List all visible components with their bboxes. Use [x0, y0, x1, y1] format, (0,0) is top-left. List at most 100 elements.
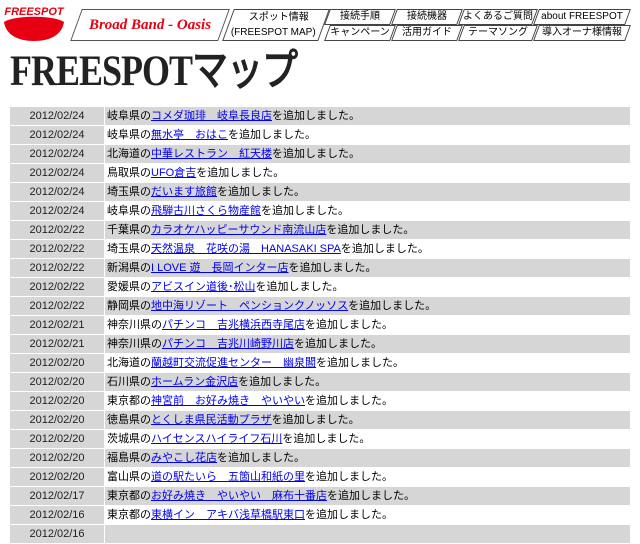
- update-text: 富山県の道の駅たいら 五箇山和紙の里を追加しました。: [105, 468, 630, 486]
- spot-link[interactable]: みやこし花店: [151, 452, 217, 464]
- update-date: 2012/02/21: [10, 316, 104, 334]
- nav-theme-song[interactable]: テーマソング: [458, 25, 538, 41]
- nav-owner-info[interactable]: 導入オーナ様情報: [533, 25, 631, 41]
- prefecture-prefix: 富山県の: [107, 471, 151, 483]
- update-suffix: を追加しました。: [238, 376, 327, 388]
- nav-theme-song-label: テーマソング: [468, 27, 528, 38]
- update-date: 2012/02/20: [10, 411, 104, 429]
- table-row: 2012/02/22 新潟県のI LOVE 遊 長岡インター店を追加しました。: [10, 259, 630, 277]
- update-suffix: を追加しました。: [272, 110, 360, 122]
- prefecture-prefix: 茨城県の: [107, 433, 151, 445]
- spot-link[interactable]: パチンコ 吉兆横浜西寺尾店: [162, 319, 305, 331]
- table-row: 2012/02/20 富山県の道の駅たいら 五箇山和紙の里を追加しました。: [10, 468, 630, 486]
- spot-link[interactable]: UFO倉吉: [151, 167, 196, 179]
- prefecture-prefix: 北海道の: [107, 148, 151, 160]
- update-date: 2012/02/20: [10, 430, 104, 448]
- update-suffix: を追加しました。: [305, 395, 393, 407]
- update-suffix: を追加しました。: [327, 490, 415, 502]
- update-suffix: を追加しました。: [255, 281, 344, 293]
- spot-link[interactable]: パチンコ 吉兆川崎野川店: [162, 338, 294, 350]
- update-date: 2012/02/24: [10, 126, 104, 144]
- update-text: 埼玉県の天然温泉 花咲の湯 HANASAKI SPAを追加しました。: [105, 240, 630, 258]
- nav-about[interactable]: about FREESPOT: [533, 9, 631, 25]
- spot-link[interactable]: 蘭越町交流促進センター 幽泉閣: [151, 357, 316, 369]
- spot-link[interactable]: お好み焼き やいやい 麻布十番店: [151, 490, 327, 502]
- spot-link[interactable]: 天然温泉 花咲の湯 HANASAKI SPA: [151, 243, 341, 255]
- update-date: 2012/02/22: [10, 240, 104, 258]
- table-row: 2012/02/21 神奈川県のパチンコ 吉兆川崎野川店を追加しました。: [10, 335, 630, 353]
- nav-spot-info-map[interactable]: スポット情報 (FREESPOT MAP): [222, 9, 330, 41]
- prefecture-prefix: 東京都の: [107, 395, 151, 407]
- update-text: 埼玉県のだいます旅館を追加しました。: [105, 183, 630, 201]
- prefecture-prefix: 神奈川県の: [107, 319, 162, 331]
- update-suffix: を追加しました。: [272, 148, 360, 160]
- nav-usage-guide[interactable]: 活用ガイド: [391, 25, 463, 41]
- update-text: [105, 525, 630, 543]
- table-row: 2012/02/24 鳥取県のUFO倉吉を追加しました。: [10, 164, 630, 182]
- spot-link[interactable]: 東横イン アキバ浅草橋駅東口: [151, 509, 305, 521]
- prefecture-prefix: 徳島県の: [107, 414, 151, 426]
- update-text: 神奈川県のパチンコ 吉兆川崎野川店を追加しました。: [105, 335, 630, 353]
- nav-freespot-map-label: (FREESPOT MAP): [230, 27, 316, 38]
- table-row: 2012/02/22 埼玉県の天然温泉 花咲の湯 HANASAKI SPAを追加…: [10, 240, 630, 258]
- spot-link[interactable]: I LOVE 遊 長岡インター店: [151, 262, 289, 274]
- spot-link[interactable]: ハイセンスハイライフ石川: [151, 433, 282, 445]
- prefecture-prefix: 静岡県の: [107, 300, 151, 312]
- update-date: 2012/02/20: [10, 392, 104, 410]
- nav-connection-steps[interactable]: 接続手順: [324, 9, 396, 25]
- spot-link[interactable]: とくしま県民活動プラザ: [151, 414, 272, 426]
- spot-link[interactable]: 神宮前 お好み焼き やいやい: [151, 395, 305, 407]
- spot-link[interactable]: コメダ珈琲 岐阜長良店: [151, 110, 272, 122]
- table-row: 2012/02/20 石川県のホームラン金沢店を追加しました。: [10, 373, 630, 391]
- nav-campaign-label: キャンペーン: [330, 27, 390, 38]
- table-row: 2012/02/16: [10, 525, 630, 543]
- spot-link[interactable]: 道の駅たいら 五箇山和紙の里: [151, 471, 305, 483]
- nav-campaign[interactable]: キャンペーン: [324, 25, 396, 41]
- update-suffix: を追加しました。: [305, 319, 393, 331]
- update-date: 2012/02/24: [10, 164, 104, 182]
- prefecture-prefix: 千葉県の: [107, 224, 151, 236]
- spot-link[interactable]: カラオケハッピーサウンド南流山店: [151, 224, 326, 236]
- spot-link[interactable]: アビスイン道後･松山: [151, 281, 256, 293]
- update-date: 2012/02/20: [10, 449, 104, 467]
- prefecture-prefix: 東京都の: [107, 509, 151, 521]
- update-text: 愛媛県のアビスイン道後･松山を追加しました。: [105, 278, 630, 296]
- nav-faq[interactable]: よくあるご質問: [458, 9, 538, 25]
- update-text: 北海道の蘭越町交流促進センター 幽泉閣を追加しました。: [105, 354, 630, 372]
- prefecture-prefix: 岐阜県の: [107, 129, 151, 141]
- update-suffix: を追加しました。: [288, 262, 377, 274]
- update-date: 2012/02/17: [10, 487, 104, 505]
- page-title: FREESPOTマップ: [10, 46, 298, 95]
- nav-connection-devices[interactable]: 接続機器: [391, 9, 463, 25]
- prefecture-prefix: 岐阜県の: [107, 110, 151, 122]
- update-date: 2012/02/16: [10, 525, 104, 543]
- update-suffix: を追加しました。: [217, 186, 305, 198]
- spot-link[interactable]: 無水亭 おはこ: [151, 129, 228, 141]
- freespot-logo[interactable]: FREESPOT: [0, 0, 68, 44]
- site-header: FREESPOT Broad Band - Oasis スポット情報 (FREE…: [0, 0, 640, 46]
- spot-link[interactable]: 中華レストラン 紅天楼: [151, 148, 272, 160]
- nav-usage-guide-label: 活用ガイド: [402, 27, 452, 38]
- update-suffix: を追加しました。: [228, 129, 316, 141]
- spot-link[interactable]: 飛騨古川さくら物産館: [151, 205, 261, 217]
- spot-link[interactable]: 地中海リゾート ペンションクノッソス: [151, 300, 348, 312]
- update-suffix: を追加しました。: [305, 471, 393, 483]
- table-row: 2012/02/21 神奈川県のパチンコ 吉兆横浜西寺尾店を追加しました。: [10, 316, 630, 334]
- update-suffix: を追加しました。: [282, 433, 371, 445]
- update-suffix: を追加しました。: [340, 243, 429, 255]
- update-text: 福島県のみやこし花店を追加しました。: [105, 449, 630, 467]
- update-text: 岐阜県の無水亭 おはこを追加しました。: [105, 126, 630, 144]
- table-row: 2012/02/22 千葉県のカラオケハッピーサウンド南流山店を追加しました。: [10, 221, 630, 239]
- prefecture-prefix: 神奈川県の: [107, 338, 162, 350]
- spot-link[interactable]: ホームラン金沢店: [151, 376, 238, 388]
- prefecture-prefix: 鳥取県の: [107, 167, 151, 179]
- table-row: 2012/02/20 茨城県のハイセンスハイライフ石川を追加しました。: [10, 430, 630, 448]
- update-text: 東京都のお好み焼き やいやい 麻布十番店を追加しました。: [105, 487, 630, 505]
- update-text: 鳥取県のUFO倉吉を追加しました。: [105, 164, 630, 182]
- spot-link[interactable]: だいます旅館: [151, 186, 217, 198]
- update-date: 2012/02/20: [10, 354, 104, 372]
- update-suffix: を追加しました。: [305, 509, 393, 521]
- prefecture-prefix: 岐阜県の: [107, 205, 151, 217]
- table-row: 2012/02/16 東京都の東横イン アキバ浅草橋駅東口を追加しました。: [10, 506, 630, 524]
- update-suffix: を追加しました。: [261, 205, 349, 217]
